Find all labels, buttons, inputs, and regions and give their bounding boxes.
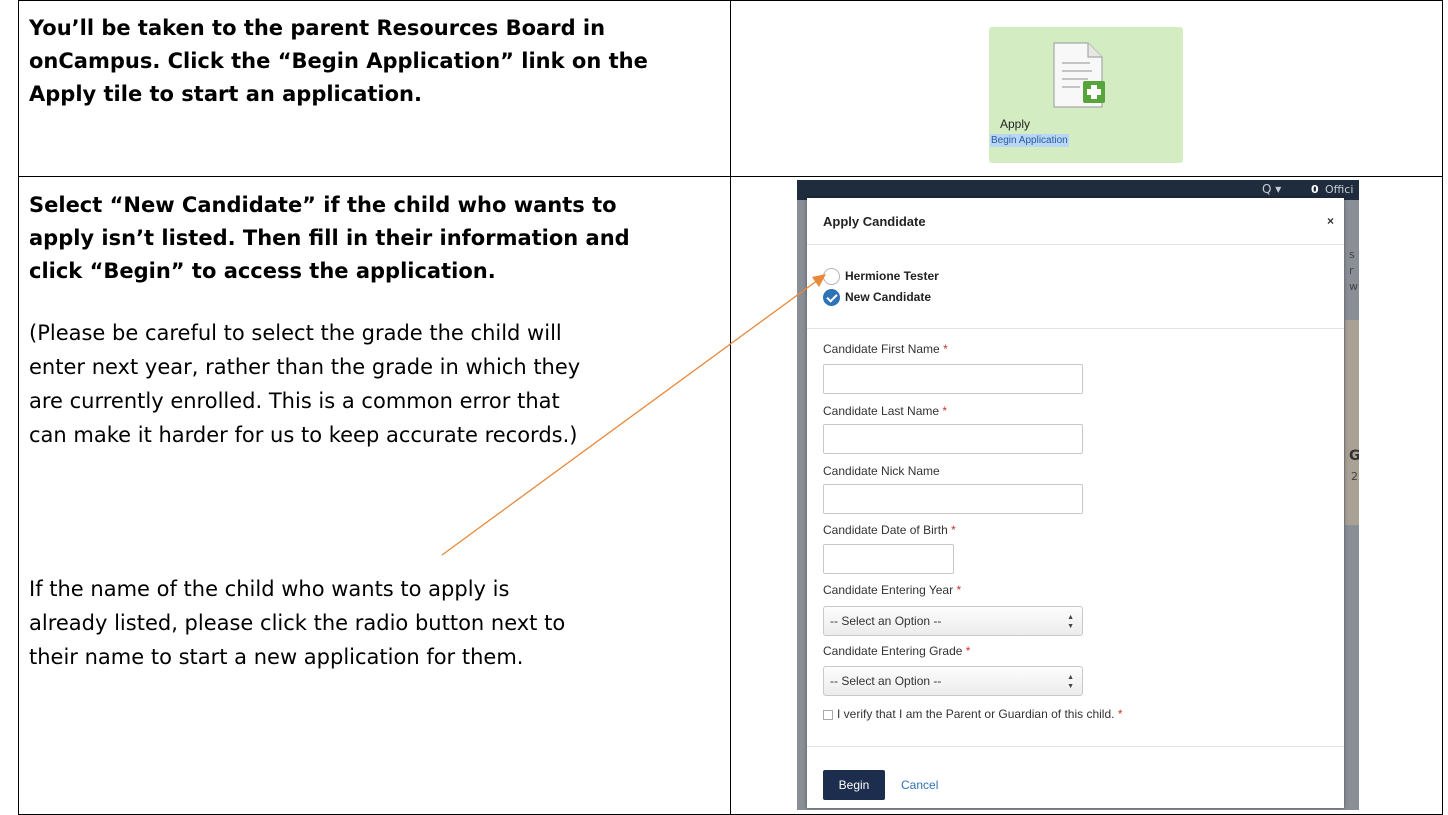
select-arrows-icon: ▲ ▼	[1067, 674, 1074, 690]
begin-button[interactable]: Begin	[823, 770, 885, 800]
step1-instruction: You’ll be taken to the parent Resources …	[29, 12, 719, 111]
nick-name-label: Candidate Nick Name	[823, 464, 940, 478]
background-panel	[1345, 320, 1359, 525]
label-text: Candidate Entering Year	[823, 583, 954, 597]
table-row-divider	[18, 176, 1443, 177]
select-value: -- Select an Option --	[830, 614, 942, 628]
app-top-bar: Q ▾ 0 Offici	[797, 180, 1359, 200]
dob-label: Candidate Date of Birth *	[823, 523, 956, 537]
last-name-input[interactable]	[823, 424, 1083, 454]
divider	[807, 328, 1344, 329]
verify-checkbox[interactable]	[823, 710, 833, 720]
step2-line: apply isn’t listed. Then fill in their i…	[29, 226, 630, 250]
candidate-name: Hermione Tester	[845, 269, 939, 283]
entering-year-select[interactable]: -- Select an Option -- ▲ ▼	[823, 606, 1083, 636]
step1-line: Apply tile to start an application.	[29, 82, 422, 106]
label-text: Candidate Last Name	[823, 404, 940, 418]
background-text: G	[1349, 448, 1359, 464]
step2-line: click “Begin” to access the application.	[29, 259, 496, 283]
document-plus-icon	[1053, 42, 1105, 108]
step1-line: onCampus. Click the “Begin Application” …	[29, 49, 648, 73]
label-text: Candidate Entering Grade	[823, 644, 963, 658]
step2-line: Select “New Candidate” if the child who …	[29, 193, 617, 217]
nick-name-input[interactable]	[823, 484, 1083, 514]
tip-line: If the name of the child who wants to ap…	[29, 577, 510, 601]
background-text: w	[1349, 280, 1358, 293]
label-text: Candidate First Name	[823, 342, 940, 356]
required-mark: *	[943, 342, 948, 356]
note-line: enter next year, rather than the grade i…	[29, 355, 581, 379]
background-text: r	[1349, 264, 1354, 277]
required-mark: *	[965, 644, 971, 658]
background-text: s	[1349, 248, 1355, 261]
existing-child-tip: If the name of the child who wants to ap…	[29, 572, 719, 674]
close-icon[interactable]: ×	[1327, 214, 1334, 228]
entering-grade-label: Candidate Entering Grade *	[823, 644, 970, 658]
radio-checked-icon[interactable]	[823, 289, 840, 306]
apply-candidate-modal: Apply Candidate × Hermione Tester New Ca…	[807, 198, 1344, 808]
search-icon[interactable]: Q ▾	[1262, 180, 1281, 198]
select-value: -- Select an Option --	[830, 674, 942, 688]
modal-title: Apply Candidate	[823, 214, 926, 229]
divider	[807, 746, 1344, 747]
radio-button[interactable]	[823, 268, 840, 285]
cancel-button[interactable]: Cancel	[901, 770, 938, 800]
tip-line: their name to start a new application fo…	[29, 645, 524, 669]
first-name-label: Candidate First Name *	[823, 342, 948, 356]
note-line: can make it harder for us to keep accura…	[29, 423, 578, 447]
apply-candidate-screenshot: Q ▾ 0 Offici s r w G 2 Apply Candidate ×…	[797, 180, 1359, 810]
background-text: 2	[1351, 470, 1358, 483]
required-mark: *	[956, 583, 962, 597]
notification-count[interactable]: 0	[1311, 180, 1319, 200]
apply-tile-label: Apply	[1000, 117, 1031, 131]
table-column-divider	[730, 0, 731, 815]
required-mark: *	[951, 523, 956, 537]
step2-instruction: Select “New Candidate” if the child who …	[29, 189, 719, 288]
verify-label: I verify that I am the Parent or Guardia…	[837, 707, 1122, 721]
entering-year-label: Candidate Entering Year *	[823, 583, 961, 597]
grade-note: (Please be careful to select the grade t…	[29, 316, 719, 452]
entering-grade-select[interactable]: -- Select an Option -- ▲ ▼	[823, 666, 1083, 696]
label-text: Candidate Date of Birth	[823, 523, 948, 537]
last-name-label: Candidate Last Name *	[823, 404, 947, 418]
dob-input[interactable]	[823, 544, 954, 574]
officials-menu[interactable]: Offici	[1325, 180, 1353, 200]
required-mark: *	[1117, 707, 1123, 721]
note-line: are currently enrolled. This is a common…	[29, 389, 560, 413]
required-mark: *	[942, 404, 948, 418]
note-line: (Please be careful to select the grade t…	[29, 321, 562, 345]
tip-line: already listed, please click the radio b…	[29, 611, 566, 635]
step1-line: You’ll be taken to the parent Resources …	[29, 16, 606, 40]
first-name-input[interactable]	[823, 364, 1083, 394]
begin-application-link[interactable]: Begin Application	[990, 134, 1069, 147]
candidate-name: New Candidate	[845, 290, 932, 304]
label-text: I verify that I am the Parent or Guardia…	[837, 707, 1115, 721]
select-arrows-icon: ▲ ▼	[1067, 614, 1074, 630]
divider	[807, 244, 1344, 245]
